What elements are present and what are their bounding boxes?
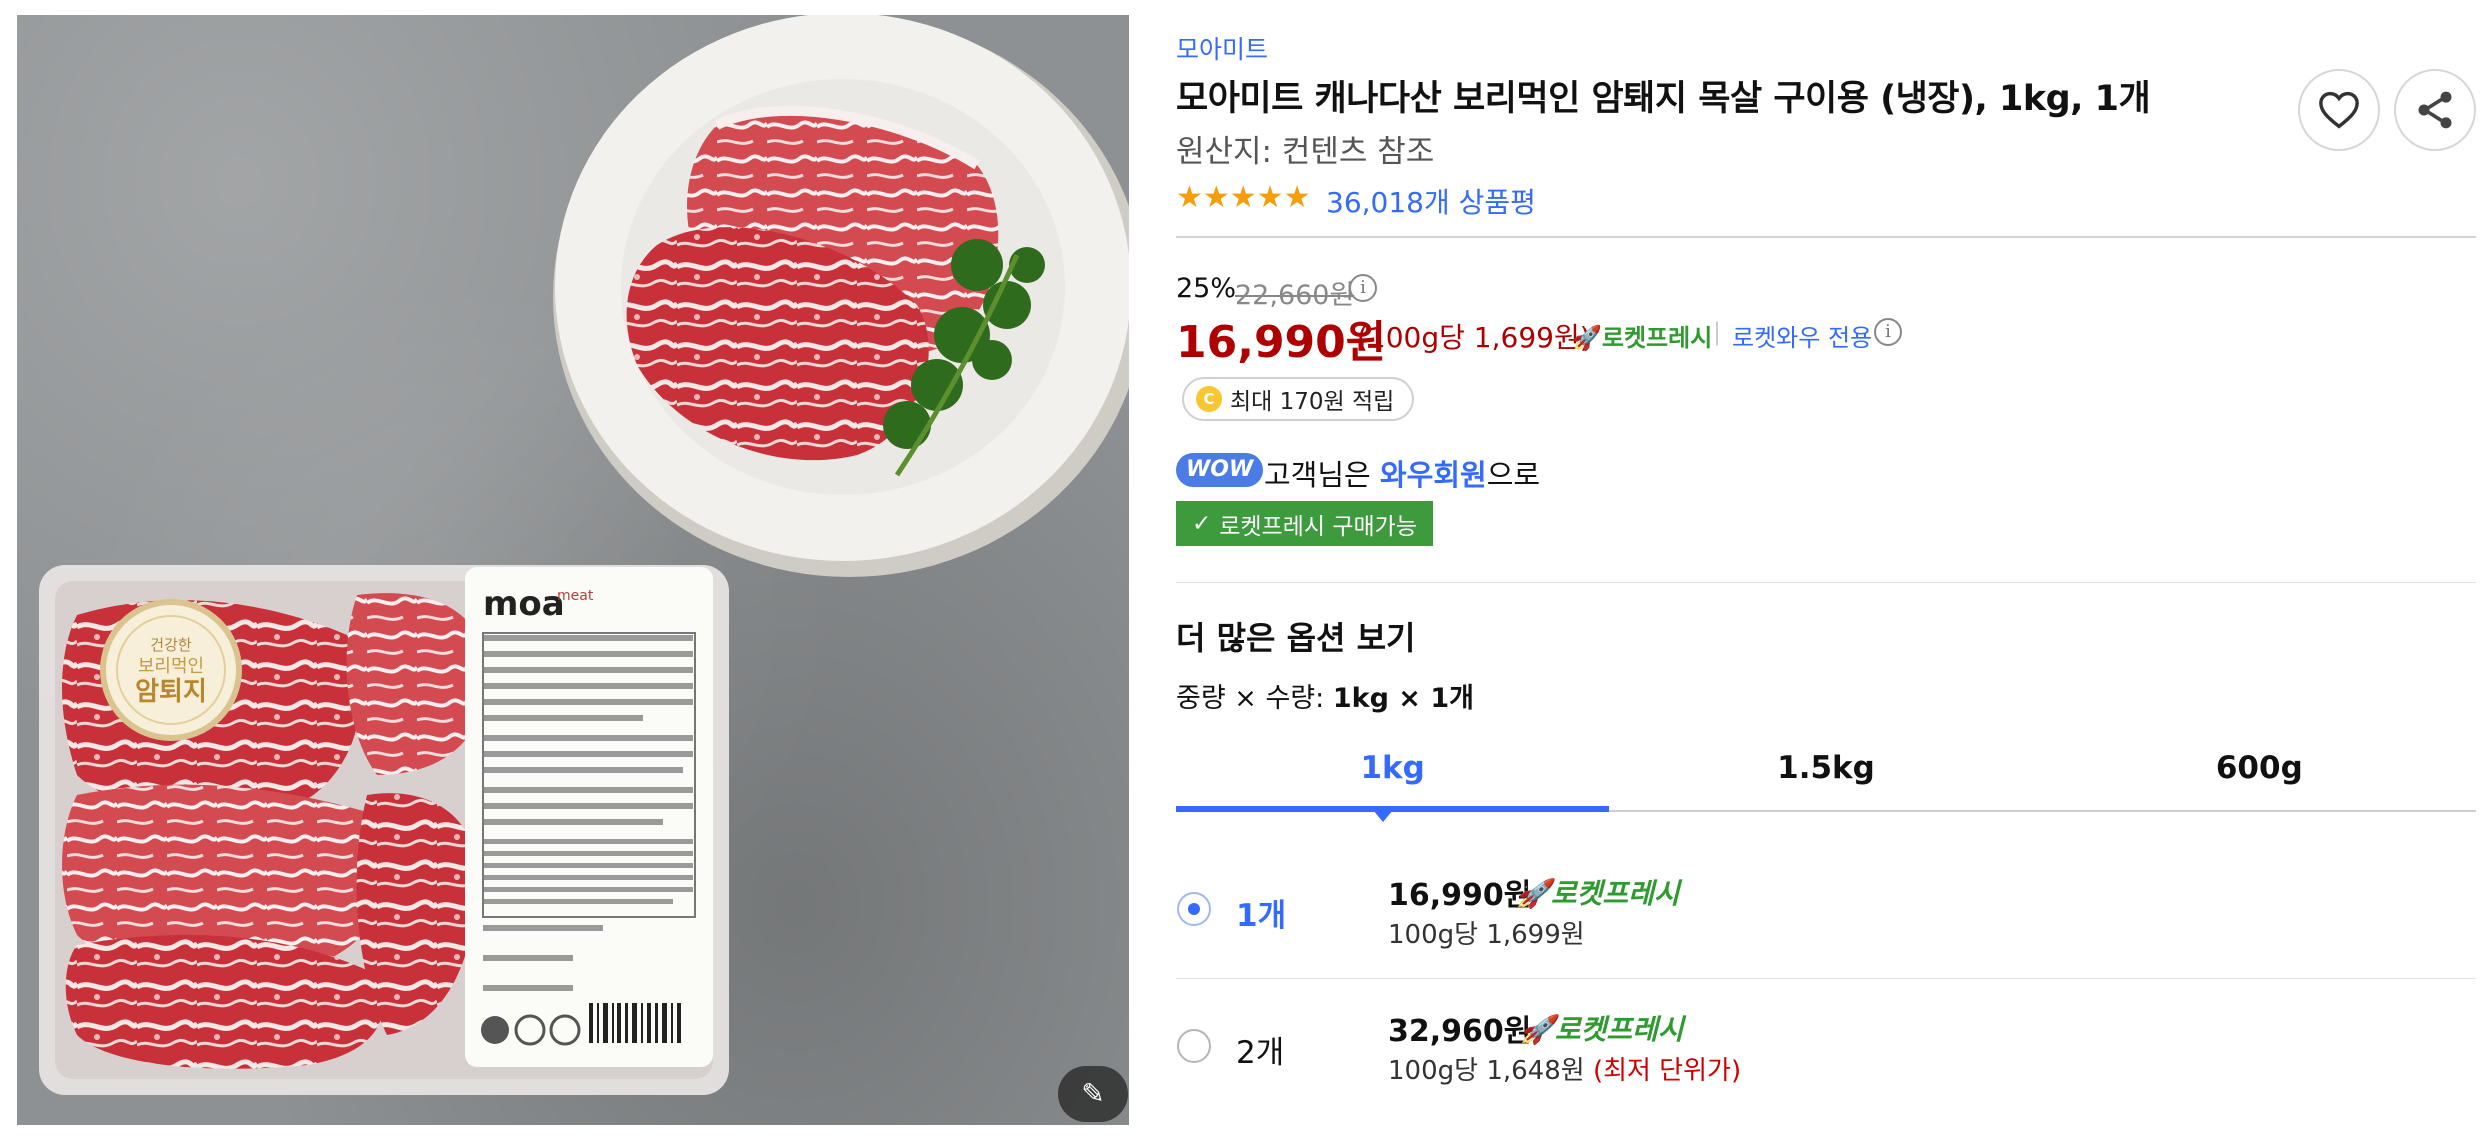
sticker-text-bottom: 암퇴지 — [135, 677, 207, 707]
quantity-radio-1[interactable] — [1177, 892, 1211, 926]
rocket-icon: 🚀 — [1516, 877, 1551, 910]
divider — [1176, 236, 2476, 238]
cashback-badge[interactable]: C 최대 170원 적립 — [1182, 377, 1415, 421]
selected-option-prefix: 중량 × 수량: — [1176, 683, 1333, 714]
rating-stars: ★★★★★ — [1176, 180, 1311, 215]
product-title: 모아미트 캐나다산 보리먹인 암퇘지 목살 구이용 (냉장), 1kg, 1개 — [1176, 79, 2151, 119]
label-logo: moa — [483, 584, 565, 624]
info-icon[interactable]: i — [1874, 318, 1902, 346]
sale-price: 16,990원 — [1176, 317, 1387, 368]
option-rocket-badge-1: 🚀로켓프레시 — [1516, 872, 1680, 912]
wow-text-after: 으로 — [1486, 458, 1541, 492]
tab-1-5kg[interactable]: 1.5kg — [1609, 738, 2042, 810]
tab-600g[interactable]: 600g — [2043, 738, 2476, 810]
product-photo-illustration: 건강한 보리먹인 암퇴지 moa meat — [39, 15, 1129, 1095]
check-icon: ✓ — [1191, 510, 1212, 537]
option-rocket-badge-2: 🚀로켓프레시 — [1520, 1008, 1684, 1048]
rocket-icon: 🚀 — [1520, 1013, 1555, 1046]
selected-option-value: 1kg × 1개 — [1332, 683, 1474, 714]
rocket-fresh-label: 로켓프레시 — [1601, 324, 1713, 352]
share-icon — [2418, 91, 2452, 129]
wow-member-label: 와우회원 — [1379, 458, 1487, 492]
weight-tabs: 1kg 1.5kg 600g — [1176, 738, 2476, 812]
rocket-fresh-badge: 🚀로켓프레시 — [1572, 318, 1712, 353]
sticker-text-top: 건강한 — [150, 636, 192, 654]
wishlist-button[interactable] — [2298, 69, 2380, 151]
rocket-fresh-available-label: 로켓프레시 구매가능 — [1219, 513, 1418, 540]
rocket-wow-only-link[interactable]: 로켓와우 전용 — [1732, 318, 1872, 353]
coin-icon: C — [1196, 386, 1222, 412]
rocket-icon: 🚀 — [1572, 324, 1602, 352]
discount-rate: 25% — [1176, 273, 1237, 304]
share-button[interactable] — [2394, 69, 2476, 151]
option-rocket-label-2: 로켓프레시 — [1554, 1013, 1684, 1046]
quantity-label-2[interactable]: 2개 — [1236, 1027, 1284, 1072]
review-count-link[interactable]: 36,018개 상품평 — [1326, 181, 1536, 221]
quantity-radio-2[interactable] — [1177, 1029, 1211, 1063]
selected-option-summary: 중량 × 수량: 1kg × 1개 — [1176, 676, 1474, 715]
wow-text-before: 고객님은 — [1264, 458, 1380, 492]
divider — [1176, 582, 2476, 583]
magic-wand-icon[interactable]: ✎ — [1058, 1066, 1128, 1122]
tab-1kg[interactable]: 1kg — [1176, 738, 1610, 812]
product-image[interactable]: 건강한 보리먹인 암퇴지 moa meat ✎ — [17, 15, 1129, 1125]
rocket-fresh-available-badge: ✓ 로켓프레시 구매가능 — [1176, 501, 1433, 546]
info-icon[interactable]: i — [1349, 274, 1377, 302]
more-options-heading: 더 많은 옵션 보기 — [1176, 619, 1416, 657]
option-unit-price-value-2: 100g당 1,648원 — [1388, 1056, 1585, 1086]
option-price-2: 32,960원 — [1388, 1014, 1532, 1049]
heart-icon — [2319, 91, 2359, 129]
label-logo-sub: meat — [557, 588, 594, 604]
separator: | — [1713, 318, 1722, 346]
lowest-unit-price-note: (최저 단위가) — [1592, 1056, 1742, 1086]
product-origin: 원산지: 컨텐츠 참조 — [1176, 134, 1435, 170]
divider — [1176, 978, 2476, 979]
cashback-text: 최대 170원 적립 — [1230, 389, 1395, 415]
quantity-label-1[interactable]: 1개 — [1236, 890, 1286, 935]
brand-link[interactable]: 모아미트 — [1176, 30, 1268, 66]
option-unit-price-2: 100g당 1,648원 (최저 단위가) — [1388, 1050, 1741, 1087]
sticker-text-mid: 보리먹인 — [138, 656, 204, 677]
option-unit-price-1: 100g당 1,699원 — [1388, 920, 1585, 950]
wow-badge: WOW — [1176, 453, 1264, 487]
wow-member-text: 고객님은 와우회원으로 — [1264, 452, 1540, 494]
option-price-1: 16,990원 — [1388, 878, 1532, 913]
unit-price: (100g당 1,699원) — [1357, 321, 1591, 354]
active-tab-indicator — [1373, 810, 1393, 822]
option-rocket-label-1: 로켓프레시 — [1550, 877, 1680, 910]
